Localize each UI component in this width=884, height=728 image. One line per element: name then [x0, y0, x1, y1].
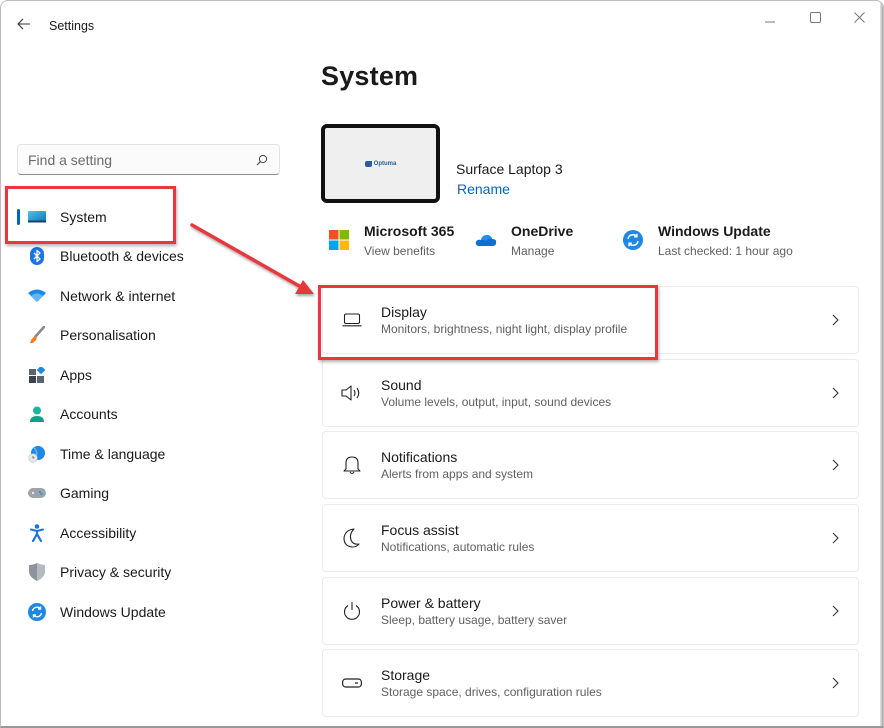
monitor-icon — [28, 208, 46, 226]
page-title: System — [321, 61, 419, 91]
card-focus-assist[interactable]: Focus assist Notifications, automatic ru… — [322, 504, 859, 573]
quick-link-title: Microsoft 365 — [364, 223, 455, 239]
sidebar-item-label: Apps — [60, 366, 92, 383]
chevron-right-icon — [830, 676, 840, 690]
settings-cards-list: Display Monitors, brightness, night ligh… — [322, 286, 859, 722]
sidebar-item-system[interactable]: System — [1, 197, 301, 237]
shield-icon — [28, 563, 46, 582]
paintbrush-icon — [28, 326, 46, 344]
logo-text: Optuma — [373, 160, 397, 167]
sidebar-item-label: Gaming — [60, 485, 110, 502]
back-arrow-icon — [17, 17, 31, 35]
card-title: Notifications — [381, 449, 458, 466]
sidebar-item-accounts[interactable]: Accounts — [1, 395, 301, 435]
sidebar-item-privacy-security[interactable]: Privacy & security — [1, 553, 301, 593]
sidebar-item-label: Privacy & security — [60, 564, 172, 581]
sidebar-item-time-language[interactable]: Time & language — [1, 434, 301, 474]
card-title: Display — [381, 304, 427, 320]
card-title: Sound — [381, 376, 422, 393]
card-display[interactable]: Display Monitors, brightness, night ligh… — [322, 286, 859, 354]
sidebar-item-accessibility[interactable]: Accessibility — [1, 513, 301, 553]
bell-icon — [341, 454, 363, 476]
card-subtitle: Notifications, automatic rules — [381, 540, 535, 555]
sidebar-item-label: Network & internet — [60, 287, 176, 304]
quick-link-title: Windows Update — [658, 223, 771, 239]
maximize-icon — [809, 10, 821, 28]
card-subtitle: Alerts from apps and system — [381, 467, 534, 482]
quick-link-subtitle: Last checked: 1 hour ago — [658, 244, 793, 258]
laptop-icon — [341, 309, 363, 331]
sidebar-item-label: Accessibility — [60, 524, 137, 541]
sidebar-item-label: Bluetooth & devices — [60, 248, 184, 265]
chevron-right-icon — [830, 458, 840, 472]
chevron-right-icon — [830, 313, 840, 327]
sync-icon — [622, 229, 644, 251]
card-sound[interactable]: Sound Volume levels, output, input, soun… — [322, 358, 859, 427]
back-button[interactable] — [13, 15, 35, 37]
quick-link-microsoft-365[interactable]: Microsoft 365 View benefits — [328, 223, 454, 262]
globe-clock-icon — [28, 445, 46, 463]
quick-link-subtitle: View benefits — [364, 244, 436, 258]
sidebar-nav: System Bluetooth & devices Network & int… — [1, 197, 301, 632]
sidebar-item-label: System — [60, 208, 107, 225]
minimize-button[interactable] — [755, 7, 785, 31]
wifi-icon — [28, 287, 46, 305]
card-subtitle: Monitors, brightness, night light, displ… — [381, 322, 628, 336]
sidebar-item-personalisation[interactable]: Personalisation — [1, 316, 301, 356]
card-title: Power & battery — [381, 594, 481, 611]
sidebar-item-label: Windows Update — [60, 603, 166, 620]
sidebar-item-apps[interactable]: Apps — [1, 355, 301, 395]
quick-link-windows-update[interactable]: Windows Update Last checked: 1 hour ago — [622, 223, 793, 262]
sidebar-item-gaming[interactable]: Gaming — [1, 474, 301, 514]
settings-window: Settings System Bluetooth & — [0, 0, 884, 728]
sidebar-item-network[interactable]: Network & internet — [1, 276, 301, 316]
speaker-icon — [341, 382, 363, 404]
selection-indicator — [17, 209, 20, 225]
device-wallpaper-logo: Optuma — [364, 160, 397, 167]
person-icon — [28, 405, 46, 423]
apps-icon — [28, 366, 46, 384]
search-input[interactable] — [28, 151, 255, 168]
sidebar-item-windows-update[interactable]: Windows Update — [1, 592, 301, 632]
chevron-right-icon — [830, 604, 840, 618]
search-icon[interactable] — [255, 153, 269, 167]
power-icon — [341, 600, 363, 622]
quick-link-onedrive[interactable]: OneDrive Manage — [475, 223, 573, 262]
drive-icon — [341, 672, 363, 694]
chevron-right-icon — [830, 386, 840, 400]
card-title: Focus assist — [381, 522, 459, 539]
chevron-right-icon — [830, 531, 840, 545]
title-bar: Settings — [1, 1, 883, 51]
sidebar-item-label: Accounts — [60, 406, 118, 423]
quick-link-title: OneDrive — [511, 223, 574, 239]
logo-mark-icon — [364, 160, 372, 167]
device-name: Surface Laptop 3 — [456, 161, 563, 177]
card-notifications[interactable]: Notifications Alerts from apps and syste… — [322, 431, 859, 500]
card-title: Storage — [381, 667, 431, 684]
rename-link[interactable]: Rename — [457, 181, 510, 197]
cloud-icon — [475, 229, 497, 251]
gamepad-icon — [28, 484, 46, 502]
card-subtitle: Volume levels, output, input, sound devi… — [381, 394, 612, 409]
device-thumbnail: Optuma — [321, 124, 440, 203]
card-power-battery[interactable]: Power & battery Sleep, battery usage, ba… — [322, 576, 859, 645]
app-title: Settings — [49, 19, 95, 33]
card-subtitle: Storage space, drives, configuration rul… — [381, 685, 602, 700]
sidebar-item-label: Time & language — [60, 445, 166, 462]
bluetooth-icon — [28, 247, 46, 266]
sidebar-item-label: Personalisation — [60, 327, 156, 344]
quick-link-subtitle: Manage — [511, 244, 555, 258]
microsoft-logo-icon — [328, 229, 350, 251]
moon-icon — [341, 527, 363, 549]
close-icon — [853, 10, 865, 28]
minimize-icon — [765, 10, 775, 28]
search-box[interactable] — [17, 144, 280, 175]
card-subtitle: Sleep, battery usage, battery saver — [381, 612, 568, 627]
maximize-button[interactable] — [800, 7, 830, 31]
sidebar-item-bluetooth[interactable]: Bluetooth & devices — [1, 237, 301, 277]
sync-icon — [28, 602, 46, 621]
card-storage[interactable]: Storage Storage space, drives, configura… — [322, 649, 859, 718]
accessibility-icon — [28, 523, 46, 542]
close-button[interactable] — [844, 7, 874, 31]
